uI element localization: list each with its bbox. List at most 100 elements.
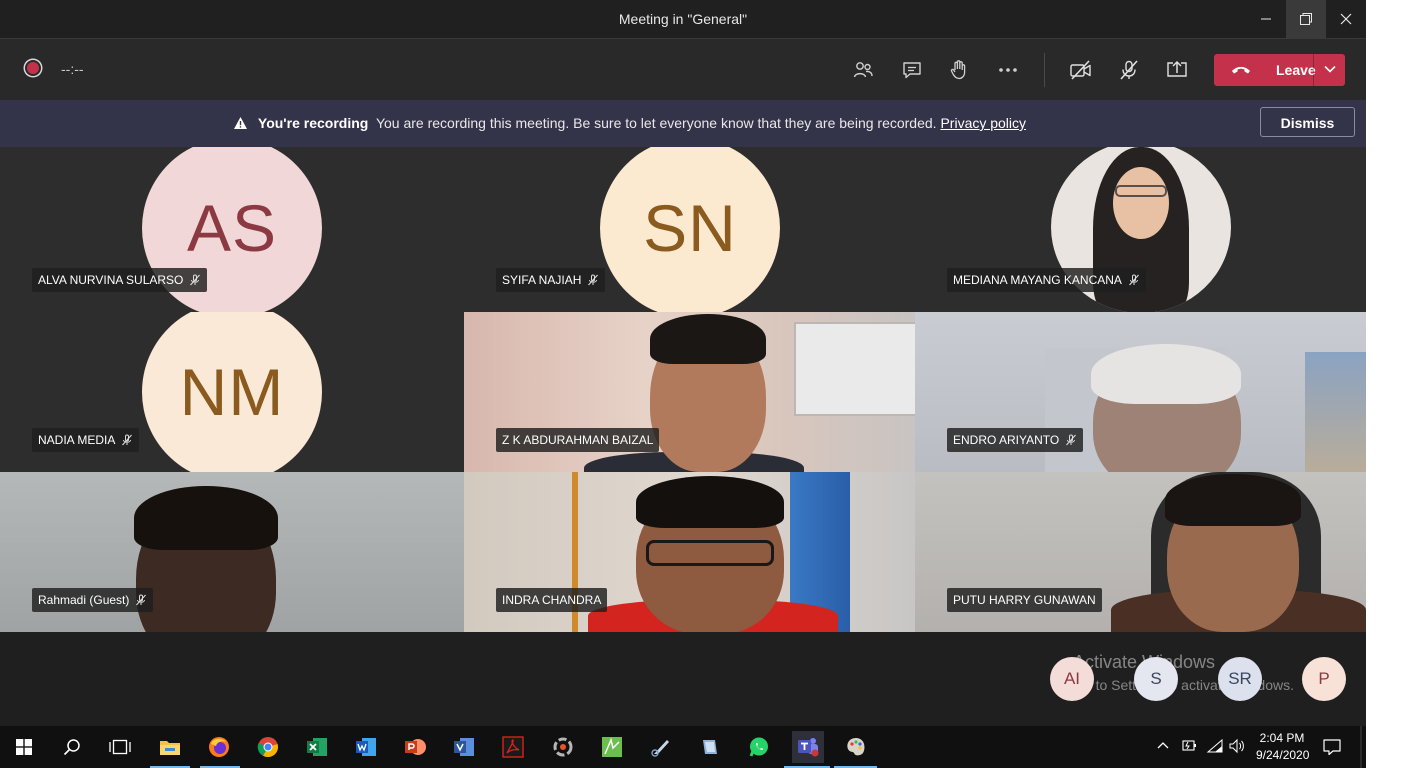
- camera-off-icon: [1070, 60, 1091, 80]
- more-actions-button[interactable]: [990, 52, 1026, 88]
- privacy-policy-link[interactable]: Privacy policy: [940, 115, 1026, 131]
- participant-nameplate: PUTU HARRY GUNAWAN: [947, 588, 1102, 612]
- paint-app[interactable]: [840, 731, 872, 763]
- action-center-button[interactable]: [1322, 738, 1342, 759]
- participant-name: MEDIANA MAYANG KANCANA: [953, 273, 1122, 287]
- teams-window: Meeting in "General" --:-- Leave You're …: [0, 0, 1366, 726]
- windows-taskbar: 2:04 PM 9/24/2020: [0, 726, 1366, 768]
- participant-nameplate: Z K ABDURAHMAN BAIZAL: [496, 428, 660, 452]
- teams-app[interactable]: [792, 731, 824, 763]
- word-icon: [356, 738, 376, 756]
- clock-time: 2:04 PM: [1259, 731, 1305, 745]
- acrobat-app[interactable]: [497, 731, 529, 763]
- visio-icon: [454, 738, 474, 756]
- mute-toggle-button[interactable]: [1111, 52, 1147, 88]
- taskbar-app-13[interactable]: [694, 731, 726, 763]
- app-icon: [553, 737, 573, 757]
- app-icon: [703, 740, 717, 754]
- restore-button[interactable]: [1286, 0, 1326, 38]
- participant-tile[interactable]: PUTU HARRY GUNAWAN: [915, 472, 1366, 632]
- overflow-participant-avatar[interactable]: SR: [1218, 657, 1262, 701]
- close-icon: [1340, 13, 1352, 25]
- minimize-icon: [1261, 18, 1271, 20]
- show-participants-button[interactable]: [845, 52, 881, 88]
- firefox-app[interactable]: [203, 731, 235, 763]
- participant-name: INDRA CHANDRA: [502, 593, 602, 607]
- recording-banner: You're recording You are recording this …: [0, 100, 1366, 147]
- participant-tile[interactable]: Rahmadi (Guest): [0, 472, 464, 632]
- participant-tile[interactable]: ENDRO ARIYANTO: [915, 312, 1366, 472]
- chrome-app[interactable]: [252, 731, 284, 763]
- dismiss-button[interactable]: Dismiss: [1260, 107, 1355, 137]
- participant-tile[interactable]: INDRA CHANDRA: [464, 472, 915, 632]
- warning-icon: [234, 117, 247, 129]
- participant-tile[interactable]: Z K ABDURAHMAN BAIZAL: [464, 312, 915, 472]
- participant-name: ENDRO ARIYANTO: [953, 433, 1060, 447]
- glasses-shape: [1115, 185, 1167, 197]
- taskbar-app-10[interactable]: [547, 731, 579, 763]
- show-conversation-button[interactable]: [894, 52, 930, 88]
- mic-off-icon: [122, 434, 133, 446]
- participant-tile[interactable]: SN SYIFA NAJIAH: [464, 147, 915, 312]
- excel-app[interactable]: [301, 731, 333, 763]
- hair-shape: [636, 476, 784, 528]
- minimize-button[interactable]: [1246, 0, 1286, 38]
- leave-label: Leave: [1276, 62, 1316, 78]
- hair-shape: [1091, 344, 1241, 404]
- chevron-down-icon: [1324, 65, 1336, 73]
- close-button[interactable]: [1326, 0, 1366, 38]
- word-app[interactable]: [350, 731, 382, 763]
- teams-icon: [798, 738, 819, 757]
- face-shape: [1113, 167, 1169, 239]
- window-view-shape: [1305, 352, 1366, 472]
- powerpoint-app[interactable]: [399, 731, 431, 763]
- leave-divider: [1313, 54, 1314, 86]
- overflow-participant-avatar[interactable]: P: [1302, 657, 1346, 701]
- start-button[interactable]: [8, 731, 40, 763]
- share-screen-button[interactable]: [1159, 52, 1195, 88]
- hair-shape: [650, 314, 766, 364]
- search-icon: [63, 739, 80, 756]
- snipping-app[interactable]: [645, 731, 677, 763]
- mic-off-icon: [190, 274, 201, 286]
- meeting-timer: --:--: [61, 61, 84, 77]
- clock[interactable]: 2:04 PM 9/24/2020: [1256, 731, 1310, 762]
- overflow-participant-avatar[interactable]: AI: [1050, 657, 1094, 701]
- camera-toggle-button[interactable]: [1063, 52, 1099, 88]
- taskbar-app-11[interactable]: [596, 731, 628, 763]
- whatsapp-icon: [749, 737, 768, 757]
- excel-icon: [307, 738, 327, 756]
- raise-hand-button[interactable]: [941, 52, 977, 88]
- participant-tile[interactable]: MEDIANA MAYANG KANCANA: [915, 147, 1366, 312]
- participant-nameplate: INDRA CHANDRA: [496, 588, 608, 612]
- recording-title: You're recording: [257, 115, 369, 131]
- participant-name: PUTU HARRY GUNAWAN: [953, 593, 1096, 607]
- whiteboard-shape: [794, 322, 915, 416]
- task-view-button[interactable]: [104, 731, 136, 763]
- mic-off-icon: [1129, 274, 1139, 286]
- mic-off-icon: [588, 274, 599, 286]
- participant-nameplate: NADIA MEDIA: [32, 428, 140, 452]
- hair-shape: [134, 486, 278, 550]
- participant-tile[interactable]: AS ALVA NURVINA SULARSO: [0, 147, 464, 312]
- participant-tile[interactable]: NM NADIA MEDIA: [0, 312, 464, 472]
- network-indicator[interactable]: [1206, 738, 1224, 757]
- notification-icon: [1323, 739, 1341, 756]
- battery-icon: [1182, 740, 1196, 751]
- participant-name: Rahmadi (Guest): [38, 593, 130, 607]
- show-hidden-icons-button[interactable]: [1156, 739, 1170, 756]
- mic-off-icon: [1066, 434, 1077, 446]
- file-explorer-app[interactable]: [154, 731, 186, 763]
- whatsapp-app[interactable]: [743, 731, 775, 763]
- participant-name: ALVA NURVINA SULARSO: [38, 273, 184, 287]
- visio-app[interactable]: [448, 731, 480, 763]
- leave-button[interactable]: Leave: [1214, 54, 1345, 86]
- mic-off-icon: [1120, 60, 1138, 80]
- overflow-participant-avatar[interactable]: S: [1134, 657, 1178, 701]
- clock-date: 9/24/2020: [1256, 748, 1310, 762]
- search-button[interactable]: [56, 731, 88, 763]
- volume-indicator[interactable]: [1228, 738, 1246, 757]
- show-desktop-strip[interactable]: [1360, 726, 1362, 768]
- scissors-icon: [651, 740, 669, 757]
- battery-indicator[interactable]: [1180, 738, 1198, 757]
